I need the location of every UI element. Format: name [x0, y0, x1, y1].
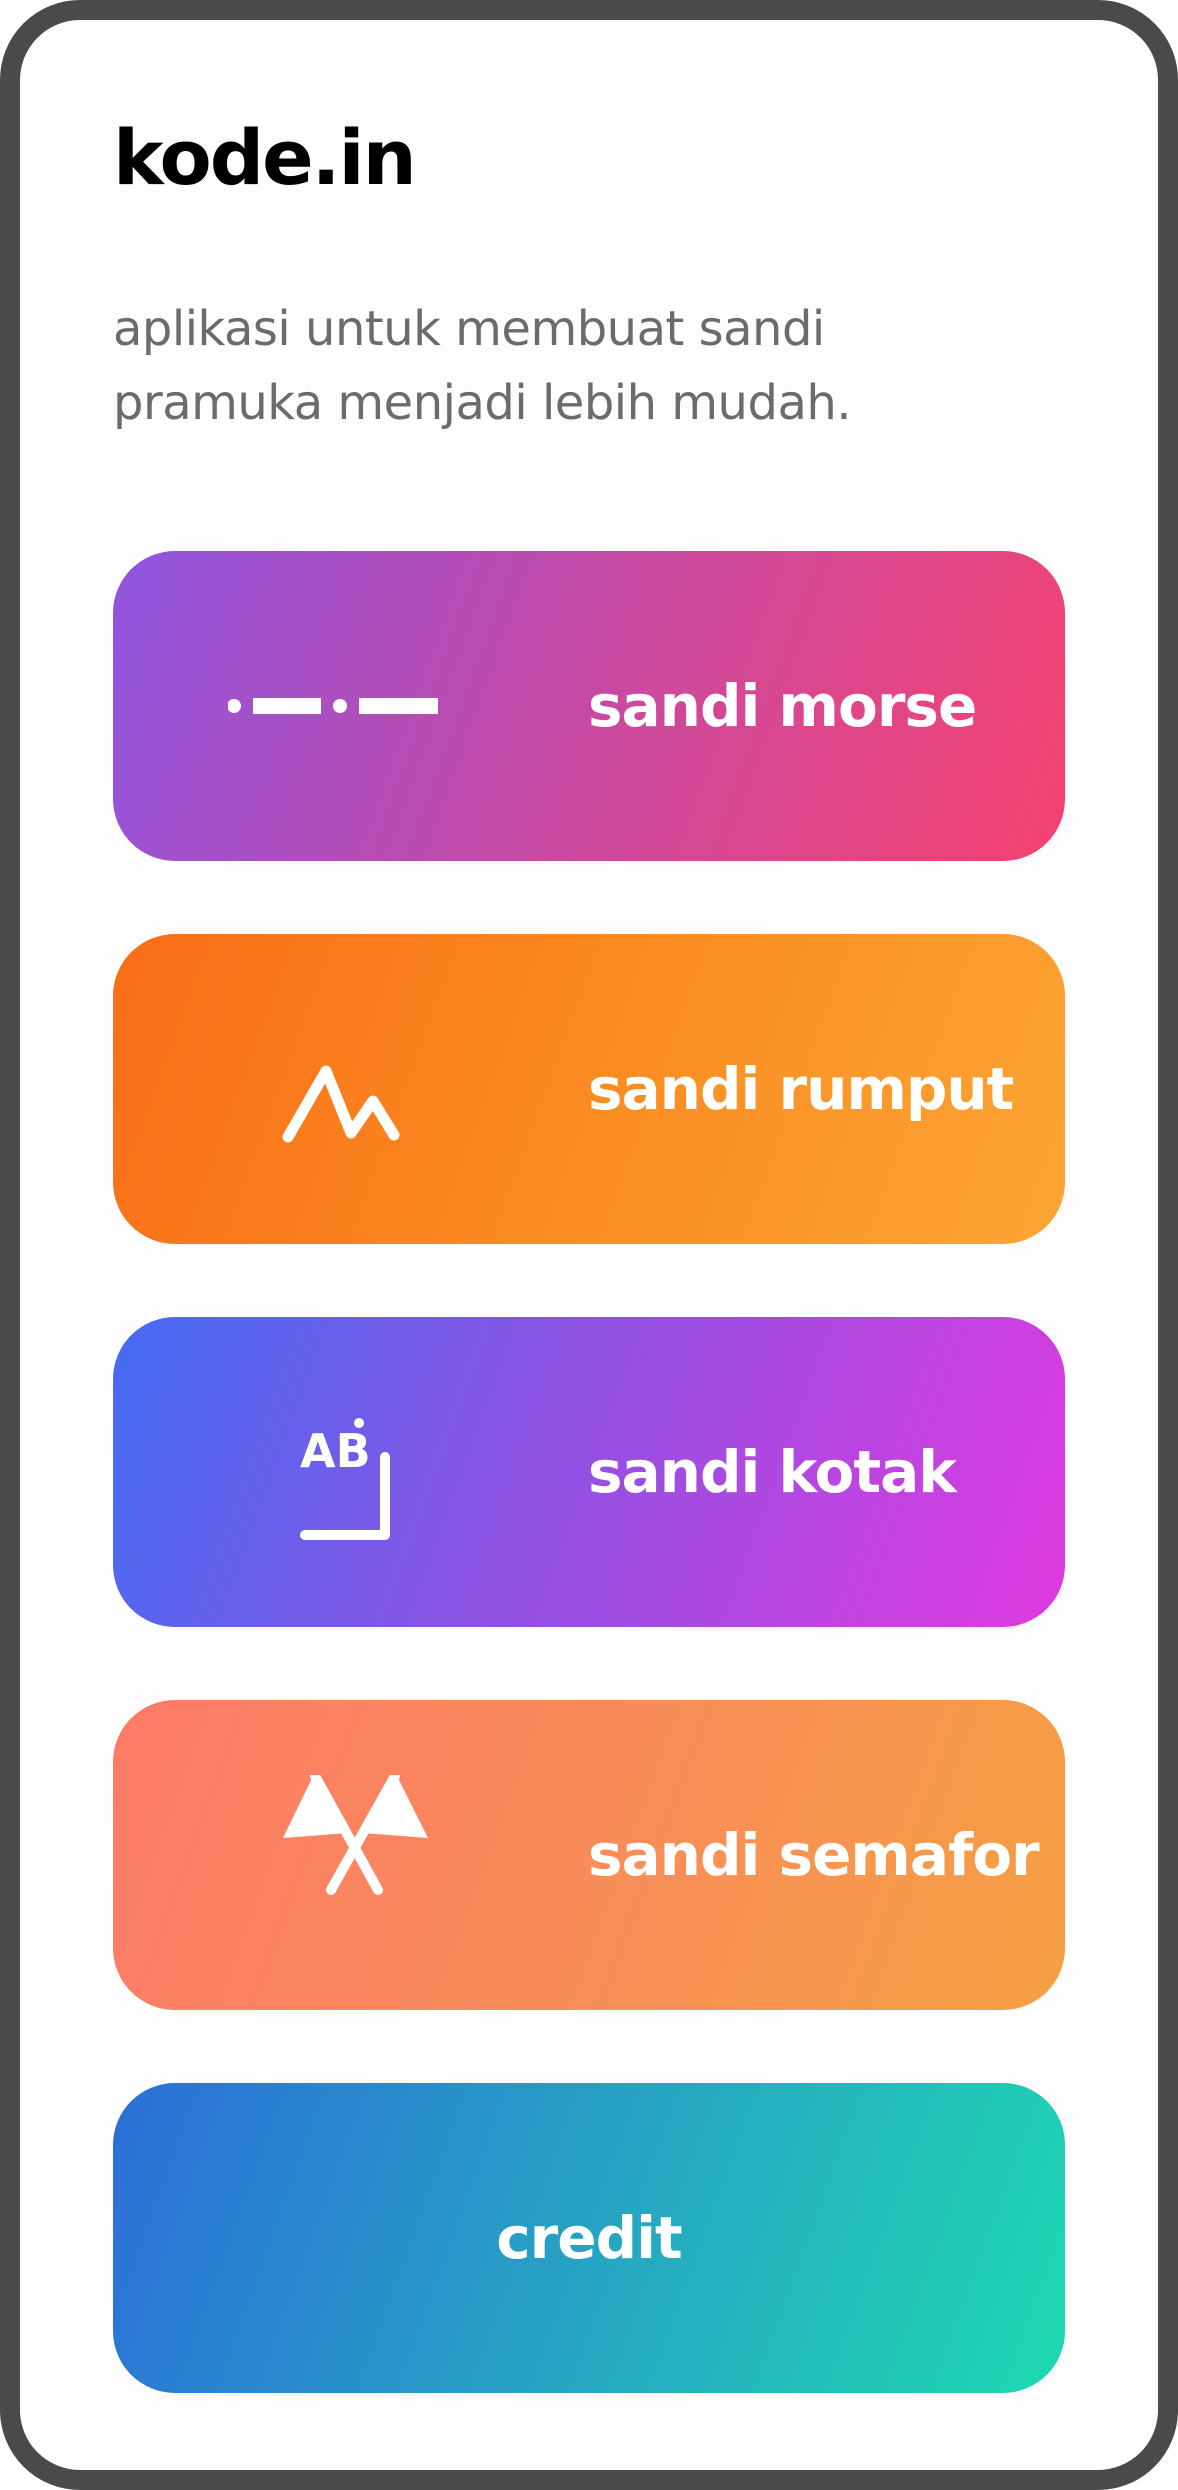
app-subtitle: aplikasi untuk membuat sandi pramuka men… — [113, 301, 852, 431]
sandi-rumput-button[interactable]: sandi rumput — [113, 934, 1065, 1244]
credit-button[interactable]: credit — [113, 2083, 1065, 2393]
sandi-semafor-label: sandi semafor — [588, 1821, 1040, 1889]
sandi-morse-button[interactable]: sandi morse — [113, 551, 1065, 861]
credit-label: credit — [496, 2204, 682, 2272]
app-title: kode.in — [113, 113, 417, 202]
zigzag-grass-icon — [228, 1009, 438, 1169]
box-cipher-icon: AB — [228, 1392, 438, 1552]
sandi-semafor-button[interactable]: sandi semafor — [113, 1700, 1065, 2010]
sandi-morse-label: sandi morse — [588, 672, 977, 740]
morse-code-icon — [228, 626, 438, 786]
sandi-kotak-label: sandi kotak — [588, 1438, 957, 1506]
device-frame: kode.in aplikasi untuk membuat sandi pra… — [0, 0, 1178, 2490]
box-cipher-icon-text: AB — [300, 1424, 371, 1478]
semaphore-flags-icon — [228, 1775, 438, 1935]
sandi-rumput-label: sandi rumput — [588, 1055, 1014, 1123]
sandi-kotak-button[interactable]: AB sandi kotak — [113, 1317, 1065, 1627]
